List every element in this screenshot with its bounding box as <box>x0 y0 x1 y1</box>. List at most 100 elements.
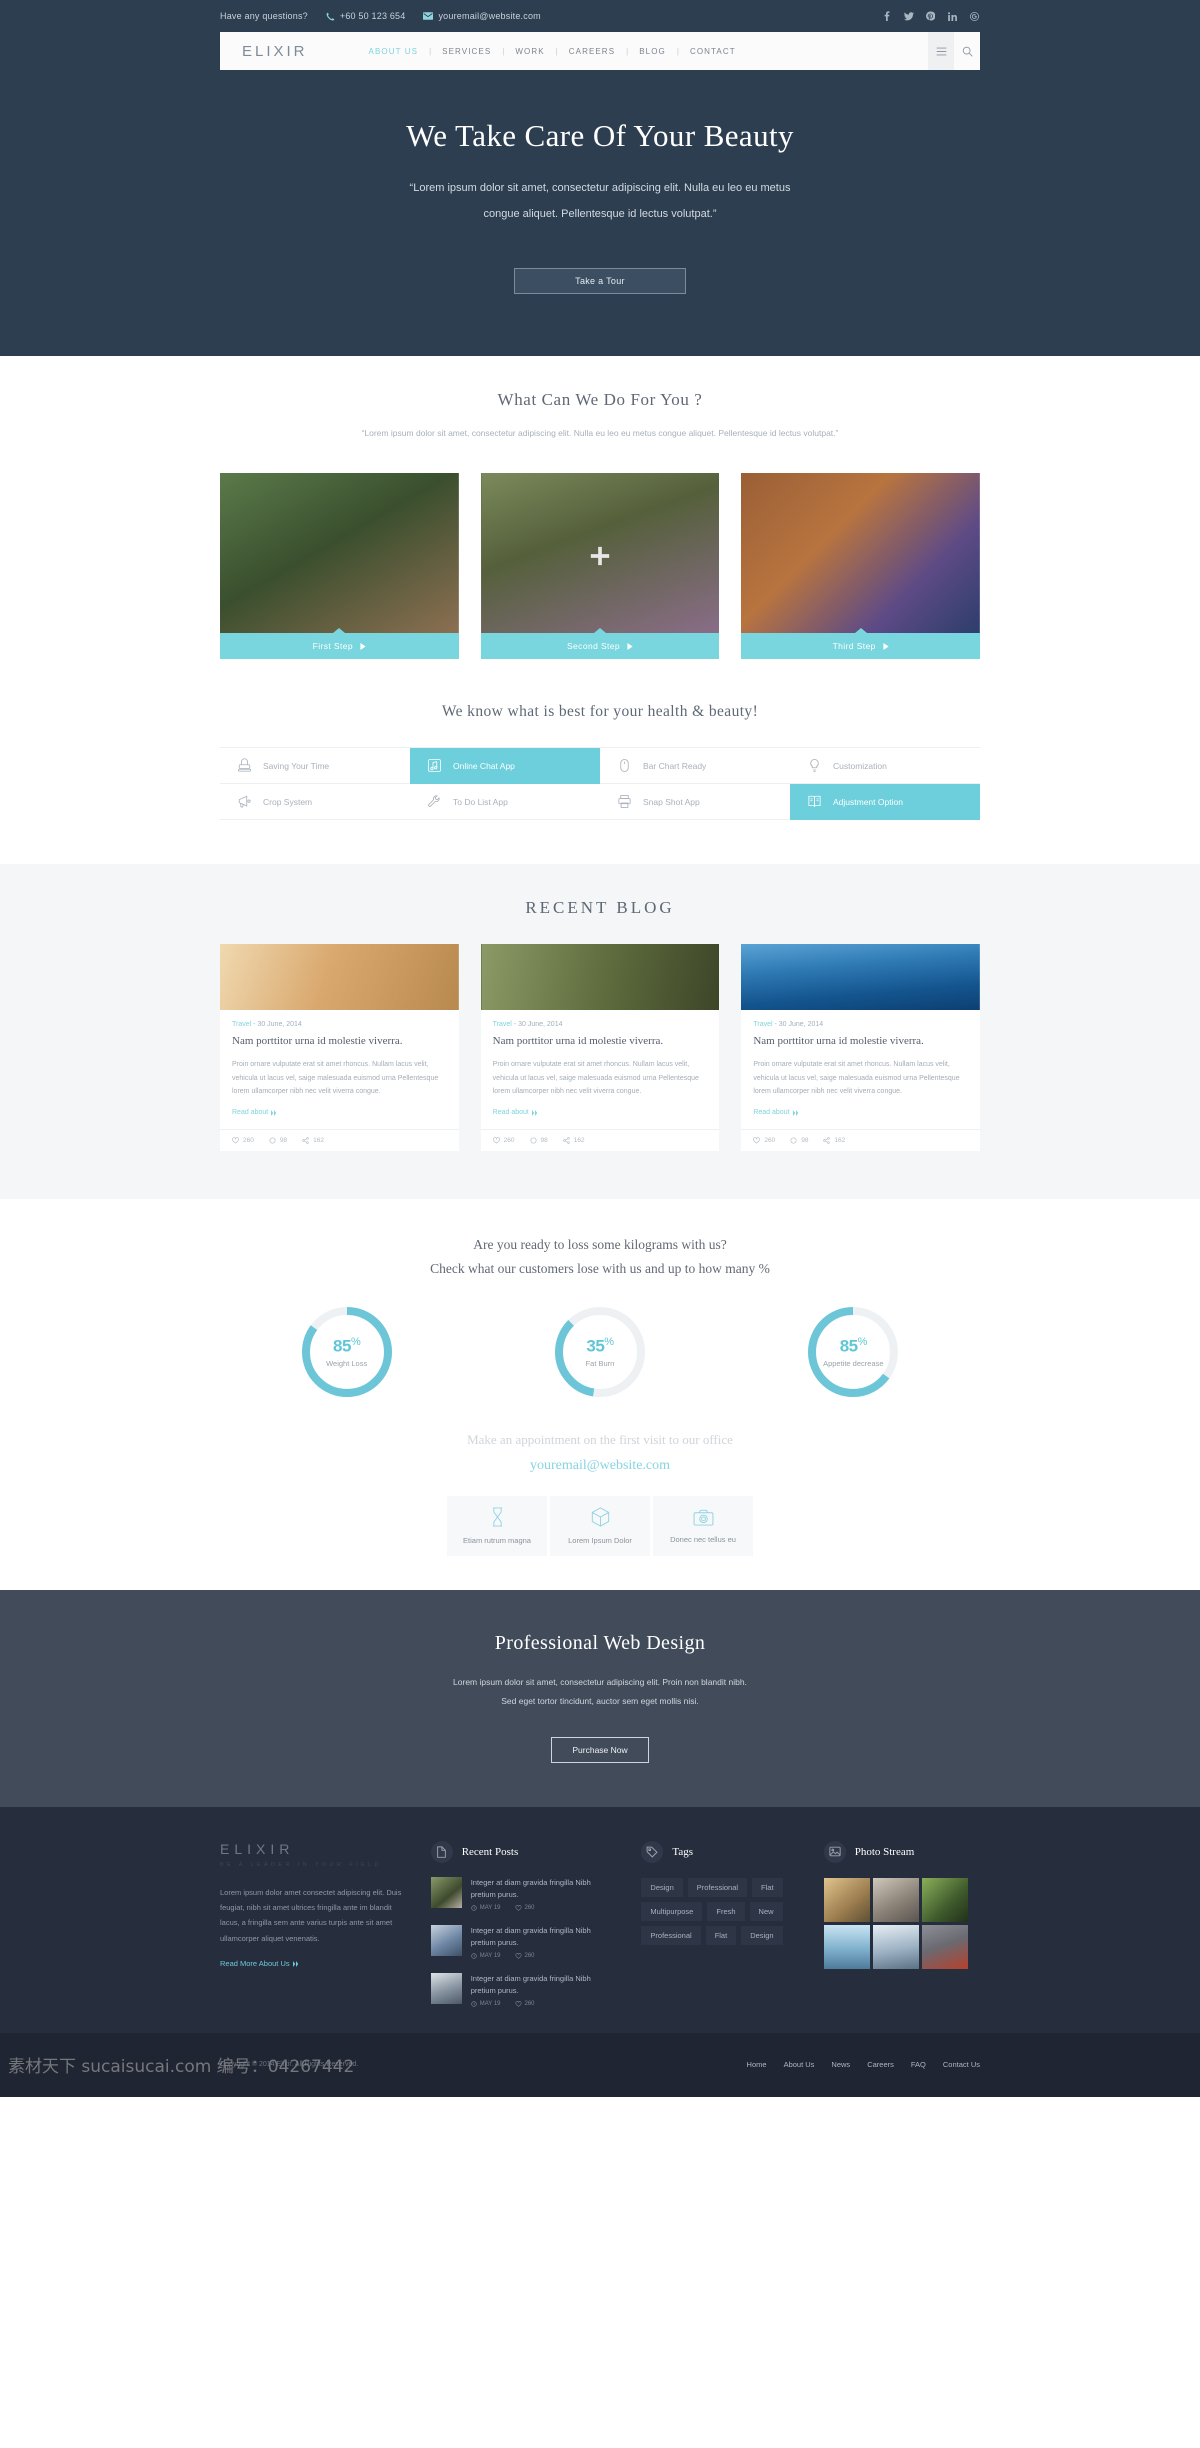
feature-adjustment-option[interactable]: Adjustment Option <box>790 784 980 821</box>
bottom-link-about-us[interactable]: About Us <box>784 2060 815 2069</box>
blog-card-excerpt: Proin ornare vulputate erat sit amet rho… <box>492 1061 699 1096</box>
service-card[interactable]: Third Step <box>741 473 981 660</box>
blog-comments[interactable]: 98 <box>530 1137 548 1144</box>
linkedin-icon[interactable] <box>947 11 958 22</box>
google-plus-icon[interactable] <box>969 11 980 22</box>
bottom-link-faq[interactable]: FAQ <box>911 2060 926 2069</box>
photo-stream-item[interactable] <box>872 1877 919 1922</box>
appointment-email-link[interactable]: youremail@website.com <box>220 1458 980 1474</box>
pinterest-icon[interactable] <box>925 11 936 22</box>
blog-comments[interactable]: 98 <box>790 1137 808 1144</box>
service-card-caption[interactable]: First Step <box>220 628 459 660</box>
blog-likes[interactable]: 260 <box>753 1137 775 1144</box>
blog-card-heading[interactable]: Nam porttitor urna id molestie viverra. <box>753 1034 968 1050</box>
tag-item[interactable]: Professional <box>641 1925 701 1945</box>
bottom-links: Home About Us News Careers FAQ Contact U… <box>747 2060 980 2069</box>
post-title: Integer at diam gravida fringilla Nibh p… <box>470 1925 591 1947</box>
stamp-icon <box>236 757 253 774</box>
phone-number: +60 50 123 654 <box>339 11 406 21</box>
feature-online-chat-app[interactable]: Online Chat App <box>410 748 600 785</box>
feature-to-do-list-app[interactable]: To Do List App <box>410 784 600 821</box>
progress-circles: 85% Weight Loss 35% Fat Burn 85% Appetit… <box>220 1306 980 1398</box>
footer-recent-post-item[interactable]: Integer at diam gravida fringilla Nibh p… <box>430 1876 616 1911</box>
footer-recent-post-item[interactable]: Integer at diam gravida fringilla Nibh p… <box>430 1972 616 2007</box>
post-thumbnail <box>430 1972 462 2004</box>
blog-likes-count: 260 <box>764 1137 776 1145</box>
feature-bar-chart-ready[interactable]: Bar Chart Ready <box>600 748 790 785</box>
blog-shares[interactable]: 162 <box>562 1137 585 1144</box>
tag-item[interactable]: Professional <box>687 1877 748 1897</box>
footer-about-column: ELIXIR BE A LEADER IN YOUR FIELD Lorem i… <box>220 1841 405 2007</box>
share-icon <box>823 1137 831 1144</box>
cta-section: Professional Web Design Lorem ipsum dolo… <box>0 1590 1200 1807</box>
nav-item-about-us[interactable]: ABOUT US <box>358 47 430 56</box>
feature-customization[interactable]: Customization <box>790 748 980 785</box>
take-a-tour-button[interactable]: Take a Tour <box>514 267 686 294</box>
bottom-link-news[interactable]: News <box>831 2060 850 2069</box>
twitter-icon[interactable] <box>903 11 914 22</box>
tag-item[interactable]: Fresh <box>707 1901 745 1921</box>
feature-crop-system[interactable]: Crop System <box>220 784 410 821</box>
photo-stream-item[interactable] <box>823 1877 870 1922</box>
tag-item[interactable]: New <box>749 1901 783 1921</box>
blog-comments[interactable]: 98 <box>269 1137 287 1144</box>
blog-likes[interactable]: 260 <box>232 1137 254 1144</box>
blog-card[interactable]: Travel - 30 June, 2014 Nam porttitor urn… <box>480 944 720 1152</box>
tag-item[interactable]: Design <box>741 1925 783 1945</box>
purchase-now-button[interactable]: Purchase Now <box>551 1736 649 1763</box>
nav-item-careers[interactable]: CAREERS <box>558 47 626 56</box>
heart-icon <box>515 1952 521 1959</box>
feature-saving-your-time[interactable]: Saving Your Time <box>220 748 410 785</box>
plus-icon[interactable] <box>589 545 611 567</box>
progress-circle-appetite-decrease: 85% Appetite decrease <box>727 1306 980 1398</box>
nav-item-work[interactable]: WORK <box>504 47 555 56</box>
service-card[interactable]: First Step <box>220 473 459 660</box>
blog-likes[interactable]: 260 <box>492 1137 515 1144</box>
info-box-lorem-ipsum-dolor[interactable]: Lorem Ipsum Dolor <box>550 1496 650 1557</box>
search-icon[interactable] <box>954 32 980 70</box>
blog-card-heading[interactable]: Nam porttitor urna id molestie viverra. <box>493 1034 708 1050</box>
tag-item[interactable]: Design <box>641 1877 683 1897</box>
nav-item-blog[interactable]: BLOG <box>628 47 677 56</box>
info-box-etiam-rutrum-magna[interactable]: Etiam rutrum magna <box>447 1496 547 1557</box>
footer-column-title: Photo Stream <box>854 1845 915 1858</box>
features-grid: Saving Your Time Online Chat App Bar Cha… <box>220 747 980 821</box>
tag-item[interactable]: Multipurpose <box>641 1901 703 1921</box>
blog-card[interactable]: Travel - 30 June, 2014 Nam porttitor urn… <box>220 944 459 1152</box>
service-card-caption[interactable]: Second Step <box>480 628 720 660</box>
blog-read-about-link[interactable]: Read about <box>232 1109 277 1116</box>
blog-shares[interactable]: 162 <box>823 1137 845 1144</box>
photo-stream-item[interactable] <box>921 1924 968 1969</box>
bottom-link-home[interactable]: Home <box>747 2060 767 2069</box>
feature-snap-shot-app[interactable]: Snap Shot App <box>600 784 790 821</box>
service-card[interactable]: Second Step <box>480 473 720 660</box>
service-card-caption[interactable]: Third Step <box>741 628 981 660</box>
list-icon[interactable] <box>928 32 954 70</box>
tag-item[interactable]: Flat <box>705 1925 737 1945</box>
bottom-link-careers[interactable]: Careers <box>867 2060 894 2069</box>
blog-card[interactable]: Travel - 30 June, 2014 Nam porttitor urn… <box>741 944 981 1152</box>
bottom-link-contact-us[interactable]: Contact Us <box>943 2060 980 2069</box>
blog-card-heading[interactable]: Nam porttitor urna id molestie viverra. <box>232 1034 447 1050</box>
tag-item[interactable]: Flat <box>752 1877 783 1897</box>
blog-read-about-link[interactable]: Read about <box>753 1109 798 1116</box>
read-more-label: Read More About Us <box>220 1959 290 1969</box>
footer-about-text: Lorem ipsum dolor amet consectet adipisc… <box>220 1887 402 1943</box>
brand-logo[interactable]: ELIXIR <box>220 43 308 60</box>
read-more-about-us-link[interactable]: Read More About Us <box>220 1959 299 1968</box>
facebook-icon[interactable] <box>881 11 892 22</box>
photo-stream-item[interactable] <box>921 1877 968 1922</box>
footer-recent-post-item[interactable]: Integer at diam gravida fringilla Nibh p… <box>430 1924 616 1959</box>
share-icon <box>562 1137 570 1144</box>
email-contact[interactable]: youremail@website.com <box>423 11 541 21</box>
blog-shares[interactable]: 162 <box>302 1137 324 1144</box>
nav-item-contact[interactable]: CONTACT <box>679 47 747 56</box>
blog-read-about-link[interactable]: Read about <box>493 1109 538 1116</box>
play-triangle-icon <box>627 642 633 650</box>
photo-stream-item[interactable] <box>823 1924 870 1969</box>
phone-contact[interactable]: +60 50 123 654 <box>326 11 406 21</box>
envelope-icon <box>423 12 434 20</box>
photo-stream-item[interactable] <box>872 1924 919 1969</box>
info-box-donec-nec-tellus-eu[interactable]: Donec nec tellus eu <box>653 1496 753 1557</box>
nav-item-services[interactable]: SERVICES <box>431 47 502 56</box>
